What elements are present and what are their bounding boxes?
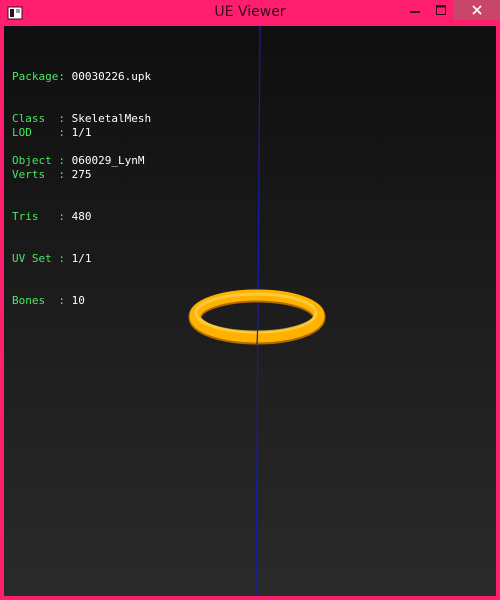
close-icon bbox=[472, 5, 482, 15]
maximize-button[interactable] bbox=[428, 0, 454, 20]
maximize-icon bbox=[436, 5, 446, 15]
mesh-stats-panel: LOD : 1/1 Verts : 275 Tris : 480 UV Set … bbox=[12, 98, 91, 336]
info-row-lod: LOD : 1/1 bbox=[12, 126, 91, 140]
info-label-verts: Verts : bbox=[12, 168, 65, 181]
info-value-lod: 1/1 bbox=[71, 126, 92, 139]
info-value-bones: 10 bbox=[71, 294, 85, 307]
minimize-icon bbox=[410, 11, 420, 13]
3d-viewport[interactable]: Package: 00030226.upk Class : SkeletalMe… bbox=[4, 26, 496, 596]
info-label-bones: Bones : bbox=[12, 294, 65, 307]
info-value-tris: 480 bbox=[71, 210, 92, 223]
info-value-package: 00030226.upk bbox=[71, 70, 152, 83]
vertical-axis-line bbox=[255, 26, 261, 596]
info-value-uvset: 1/1 bbox=[71, 252, 92, 265]
info-value-verts: 275 bbox=[71, 168, 92, 181]
title-bar[interactable]: UE Viewer bbox=[4, 0, 500, 26]
info-row-uvset: UV Set : 1/1 bbox=[12, 252, 91, 266]
minimize-button[interactable] bbox=[402, 0, 428, 20]
info-row-package: Package: 00030226.upk bbox=[12, 70, 151, 84]
app-window: UE Viewer Package: 00030226.upk Class: … bbox=[0, 0, 500, 600]
info-label-package: Package: bbox=[12, 70, 65, 83]
info-row-verts: Verts : 275 bbox=[12, 168, 91, 182]
close-button[interactable] bbox=[454, 0, 500, 20]
info-row-bones: Bones : 10 bbox=[12, 294, 91, 308]
info-label-lod: LOD : bbox=[12, 126, 65, 139]
info-row-tris: Tris : 480 bbox=[12, 210, 91, 224]
info-label-tris: Tris : bbox=[12, 210, 65, 223]
info-label-uvset: UV Set : bbox=[12, 252, 65, 265]
